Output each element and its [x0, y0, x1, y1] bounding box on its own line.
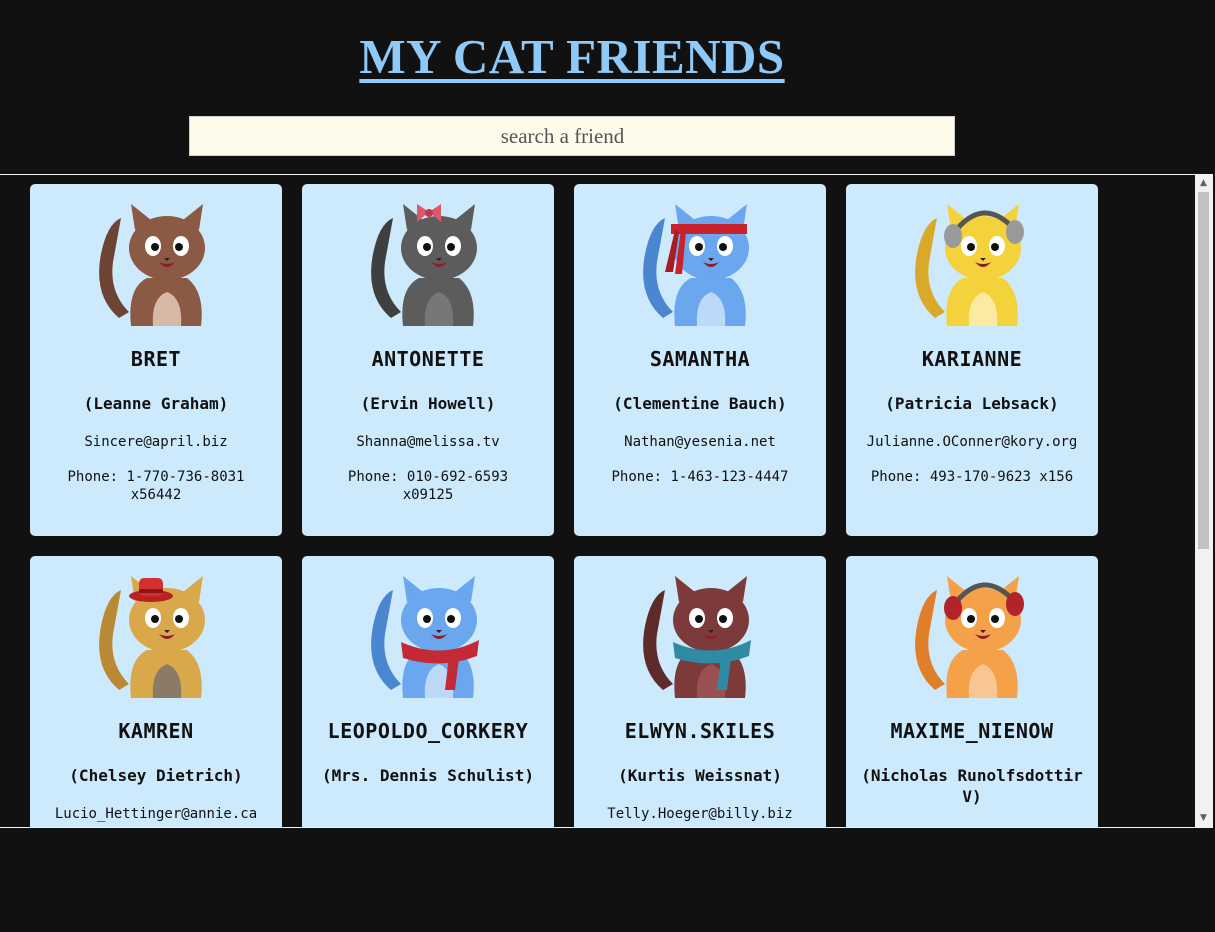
maroon-cat-scarf-icon	[635, 572, 765, 702]
friend-card[interactable]: ANTONETTE (Ervin Howell) Shanna@melissa.tv…	[302, 184, 554, 536]
friend-email: Julianne.OConner@kory.org	[866, 434, 1078, 450]
brown-cat-icon	[91, 200, 221, 330]
friend-email: Nathan@yesenia.net	[624, 434, 776, 450]
friend-username: MAXIME_NIENOW	[890, 719, 1054, 743]
friend-username: ANTONETTE	[371, 347, 485, 371]
friend-card[interactable]: SAMANTHA (Clementine Bauch) Nathan@yesenia…	[574, 184, 826, 536]
tan-cat-hat-icon	[91, 572, 221, 702]
friend-card[interactable]: LEOPOLDO_CORKERY (Mrs. Dennis Schulist)	[302, 556, 554, 827]
friend-phone: Phone: 1-770-736-8031 x56442	[67, 469, 245, 503]
friend-username: SAMANTHA	[649, 347, 751, 371]
friend-name: (Clementine Bauch)	[613, 394, 787, 413]
friend-name: (Nicholas Runolfsdottir V)	[861, 766, 1083, 806]
page-title[interactable]: MY CAT FRIENDS	[0, 28, 1144, 85]
header: MY CAT FRIENDS	[0, 0, 1215, 174]
friend-card[interactable]: BRET (Leanne Graham) Sincere@april.biz Phon…	[30, 184, 282, 536]
scroll-down-arrow-icon[interactable]: ▼	[1195, 810, 1212, 827]
friend-username: BRET	[130, 347, 182, 371]
vertical-scrollbar[interactable]: ▲ ▼	[1195, 175, 1212, 827]
scroll-up-arrow-icon[interactable]: ▲	[1195, 175, 1212, 192]
friend-name: (Ervin Howell)	[360, 394, 496, 413]
friend-card[interactable]: KAMREN (Chelsey Dietrich) Lucio_Hettinger@…	[30, 556, 282, 827]
friend-phone: Phone: 010-692-6593 x09125	[347, 469, 509, 503]
scrollbar-thumb[interactable]	[1198, 192, 1209, 549]
blue-cat-scarf-icon	[363, 572, 493, 702]
friend-name: (Kurtis Weissnat)	[618, 766, 782, 785]
friend-name: (Leanne Graham)	[83, 394, 229, 413]
friends-scroll-area[interactable]: BRET (Leanne Graham) Sincere@april.biz Phon…	[0, 174, 1213, 828]
cards-grid: BRET (Leanne Graham) Sincere@april.biz Phon…	[30, 184, 1098, 827]
blue-cat-headband-icon	[635, 200, 765, 330]
friend-name: (Patricia Lebsack)	[885, 394, 1059, 413]
friend-card[interactable]: KARIANNE (Patricia Lebsack) Julianne.OConn…	[846, 184, 1098, 536]
friend-username: LEOPOLDO_CORKERY	[327, 719, 529, 743]
friend-card[interactable]: ELWYN.SKILES (Kurtis Weissnat) Telly.Hoege…	[574, 556, 826, 827]
friend-username: KARIANNE	[921, 347, 1023, 371]
friend-name: (Mrs. Dennis Schulist)	[322, 766, 534, 785]
friend-name: (Chelsey Dietrich)	[69, 766, 243, 785]
friend-username: ELWYN.SKILES	[624, 719, 776, 743]
yellow-cat-headphones-icon	[907, 200, 1037, 330]
friend-email: Lucio_Hettinger@annie.ca	[54, 806, 258, 822]
gray-cat-bow-icon	[363, 200, 493, 330]
orange-cat-headphones-icon	[907, 572, 1037, 702]
friend-phone: Phone: 493-170-9623 x156	[870, 469, 1074, 485]
friend-phone: Phone: 1-463-123-4447	[611, 469, 789, 485]
friend-card[interactable]: MAXIME_NIENOW (Nicholas Runolfsdottir V)	[846, 556, 1098, 827]
friend-email: Telly.Hoeger@billy.biz	[607, 806, 793, 822]
friend-email: Sincere@april.biz	[84, 434, 228, 450]
search-input[interactable]	[189, 116, 955, 156]
friend-username: KAMREN	[118, 719, 194, 743]
friend-email: Shanna@melissa.tv	[356, 434, 500, 450]
